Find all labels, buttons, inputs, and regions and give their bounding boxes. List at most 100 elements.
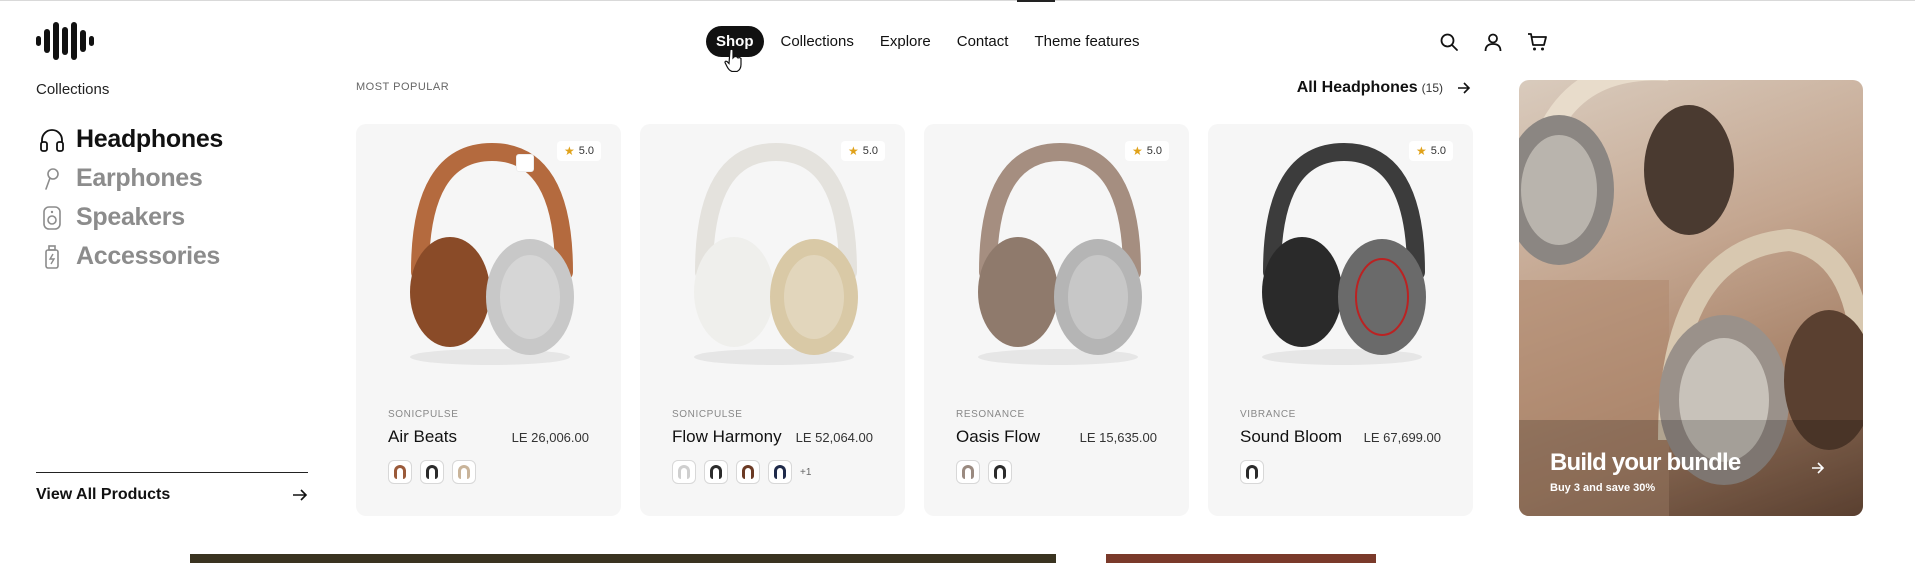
product-price: LE 15,635.00 [1079, 430, 1157, 445]
color-swatch[interactable] [956, 460, 980, 484]
nav-collections[interactable]: Collections [772, 26, 863, 57]
sidebar-item-headphones[interactable]: Headphones [38, 124, 223, 155]
color-swatches [1240, 460, 1264, 484]
star-icon: ★ [1415, 144, 1427, 158]
rating-value: 5.0 [1146, 145, 1162, 157]
sidebar-item-accessories[interactable]: Accessories [38, 241, 223, 272]
product-card[interactable]: ★ 5.0 SONICPULSE Flow Harmony LE 52,064.0… [640, 124, 905, 516]
swatch-headphone-icon [426, 465, 438, 479]
search-icon[interactable] [1437, 30, 1461, 54]
product-card[interactable]: ★ 5.0 RESONANCE Oasis Flow LE 15,635.00 [924, 124, 1189, 516]
product-grid: ★ 5.0 SONICPULSE Air Beats LE 26,006.00 ★… [356, 124, 1473, 516]
star-icon: ★ [1131, 144, 1143, 158]
product-name[interactable]: Oasis Flow [956, 427, 1040, 447]
swatch-headphone-icon [458, 465, 470, 479]
swatch-headphone-icon [962, 465, 974, 479]
product-image [978, 142, 1142, 365]
product-count: (15) [1421, 81, 1443, 95]
rating-badge: ★ 5.0 [1408, 141, 1453, 161]
product-card[interactable]: ★ 5.0 SONICPULSE Air Beats LE 26,006.00 [356, 124, 621, 516]
hand-cursor-icon [724, 48, 742, 72]
next-section-peek [0, 554, 1915, 563]
earphones-icon [38, 165, 66, 193]
bundle-banner[interactable]: Build your bundle Buy 3 and save 30% [1519, 80, 1863, 516]
banner-title: Build your bundle [1550, 449, 1741, 476]
all-headphones-link[interactable]: All Headphones (15) [1297, 79, 1471, 97]
swatch-headphone-icon [710, 465, 722, 479]
more-swatches-count: +1 [800, 466, 812, 478]
product-price: LE 52,064.00 [795, 430, 873, 445]
product-name[interactable]: Sound Bloom [1240, 427, 1342, 447]
product-card[interactable]: ★ 5.0 VIBRANCE Sound Bloom LE 67,699.00 [1208, 124, 1473, 516]
sidebar-item-label: Earphones [76, 164, 203, 192]
main-nav: Shop Collections Explore Contact Theme f… [706, 26, 1149, 57]
brand-logo[interactable] [36, 22, 94, 60]
color-swatch[interactable] [988, 460, 1012, 484]
star-icon: ★ [847, 144, 859, 158]
color-swatch[interactable] [768, 460, 792, 484]
speaker-icon [38, 204, 66, 232]
sidebar-item-speakers[interactable]: Speakers [38, 202, 223, 233]
color-swatches [388, 460, 476, 484]
product-image [1262, 142, 1426, 365]
top-border [0, 0, 1915, 4]
rating-value: 5.0 [862, 145, 878, 157]
divider [36, 472, 308, 473]
product-brand: VIBRANCE [1240, 409, 1296, 420]
product-brand: RESONANCE [956, 409, 1025, 420]
rating-badge: ★ 5.0 [840, 141, 885, 161]
nav-theme-features[interactable]: Theme features [1025, 26, 1148, 57]
banner-subtitle: Buy 3 and save 30% [1550, 482, 1656, 494]
sidebar-title: Collections [36, 81, 110, 98]
color-swatches [956, 460, 1012, 484]
section-label: MOST POPULAR [356, 81, 450, 93]
swatch-headphone-icon [394, 465, 406, 479]
swatch-headphone-icon [994, 465, 1006, 479]
product-price: LE 26,006.00 [511, 430, 589, 445]
swatch-headphone-icon [1246, 465, 1258, 479]
color-swatch[interactable] [672, 460, 696, 484]
color-swatch[interactable] [1240, 460, 1264, 484]
next-section-image [1106, 554, 1376, 563]
view-all-products-link[interactable]: View All Products [36, 486, 308, 504]
accessory-icon [38, 243, 66, 271]
swatch-headphone-icon [742, 465, 754, 479]
arrow-right-icon [1812, 462, 1825, 474]
product-name[interactable]: Air Beats [388, 427, 457, 447]
scroll-indicator [1017, 0, 1055, 2]
color-swatch[interactable] [420, 460, 444, 484]
rating-badge: ★ 5.0 [1124, 141, 1169, 161]
collection-list: Headphones Earphones Speakers Accessorie… [38, 124, 223, 272]
sidebar-item-label: Accessories [76, 242, 221, 270]
rating-value: 5.0 [578, 145, 594, 157]
sidebar-item-label: Headphones [76, 125, 224, 153]
swatch-headphone-icon [774, 465, 786, 479]
wishlist-toggle[interactable] [516, 154, 534, 172]
color-swatches: +1 [672, 460, 811, 484]
headphones-icon [38, 126, 66, 154]
color-swatch[interactable] [736, 460, 760, 484]
nav-explore[interactable]: Explore [871, 26, 940, 57]
product-image [410, 142, 574, 365]
all-headphones-label: All Headphones [1296, 79, 1418, 96]
color-swatch[interactable] [704, 460, 728, 484]
account-icon[interactable] [1481, 30, 1505, 54]
star-icon: ★ [563, 144, 575, 158]
arrow-right-icon [293, 489, 308, 501]
rating-badge: ★ 5.0 [556, 141, 601, 161]
header-actions [1437, 30, 1549, 54]
cart-icon[interactable] [1525, 30, 1549, 54]
swatch-headphone-icon [678, 465, 690, 479]
product-name[interactable]: Flow Harmony [672, 427, 782, 447]
next-section-image [190, 554, 1056, 563]
rating-value: 5.0 [1430, 145, 1446, 157]
view-all-label: View All Products [36, 486, 171, 503]
nav-contact[interactable]: Contact [948, 26, 1018, 57]
color-swatch[interactable] [388, 460, 412, 484]
product-brand: SONICPULSE [672, 409, 743, 420]
sidebar-item-earphones[interactable]: Earphones [38, 163, 223, 194]
product-brand: SONICPULSE [388, 409, 459, 420]
sidebar-item-label: Speakers [76, 203, 185, 231]
color-swatch[interactable] [452, 460, 476, 484]
product-price: LE 67,699.00 [1363, 430, 1441, 445]
